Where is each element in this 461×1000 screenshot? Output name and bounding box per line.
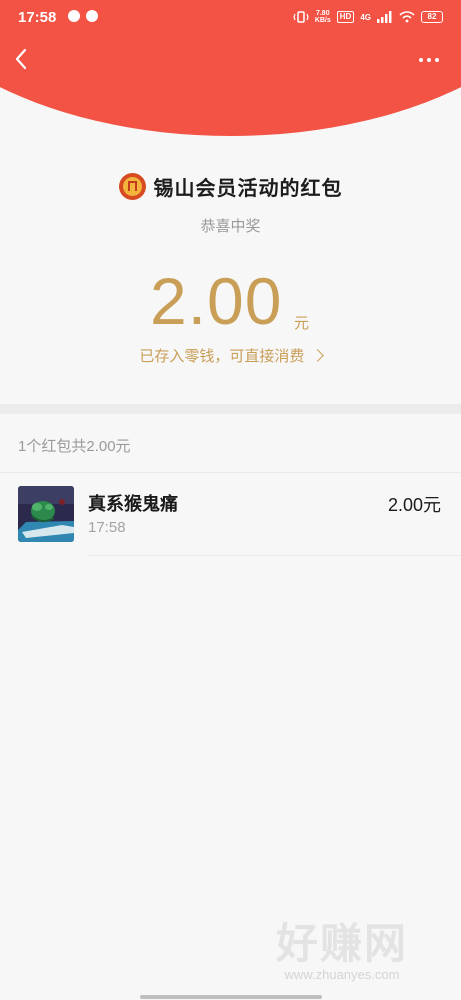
message-icon bbox=[68, 10, 80, 22]
status-right: 7.80 KB/s HD 4G 82 bbox=[293, 10, 443, 24]
status-bar: 17:58 7.80 KB/s HD 4G 82 bbox=[0, 0, 461, 36]
vibrate-icon bbox=[293, 11, 309, 23]
more-button[interactable] bbox=[417, 52, 441, 68]
avatar bbox=[18, 486, 74, 542]
home-indicator[interactable] bbox=[140, 995, 322, 999]
signal-label: 4G bbox=[360, 12, 371, 22]
org-name: 锡山会员活动的红包 bbox=[153, 178, 343, 200]
amount-value: 2.00 bbox=[150, 264, 283, 338]
packet-summary: 1个红包共2.00元 bbox=[18, 438, 131, 455]
back-button[interactable] bbox=[10, 45, 34, 73]
watermark: 好赚网 www.zhuanyes.com bbox=[247, 920, 437, 990]
notification-icon bbox=[86, 10, 98, 22]
recipient-time: 17:58 bbox=[88, 519, 126, 536]
recipient-row[interactable]: 真系猴鬼痛 17:58 2.00元 bbox=[0, 473, 461, 556]
section-separator bbox=[0, 404, 461, 414]
watermark-sub: www.zhuanyes.com bbox=[284, 967, 400, 982]
watermark-main: 好赚网 bbox=[275, 920, 408, 967]
amount-unit: 元 bbox=[294, 315, 310, 332]
union-logo-icon bbox=[118, 173, 146, 200]
chevron-right-icon bbox=[310, 349, 324, 362]
avatar-image bbox=[18, 486, 74, 542]
recipient-name: 真系猴鬼痛 bbox=[88, 494, 178, 514]
more-dots-icon bbox=[417, 52, 441, 68]
wallet-link-text: 已存入零钱，可直接消费 bbox=[139, 348, 305, 365]
recipient-amount: 2.00元 bbox=[387, 495, 441, 515]
hd-badge: HD bbox=[336, 11, 355, 23]
amount-display: 2.00 元 bbox=[0, 268, 461, 338]
status-time: 17:58 bbox=[18, 9, 57, 26]
org-title-row: 锡山会员活动的红包 bbox=[0, 172, 461, 201]
battery-icon: 82 bbox=[421, 11, 443, 23]
row-divider bbox=[88, 555, 461, 556]
wallet-link[interactable]: 已存入零钱，可直接消费 bbox=[0, 345, 461, 366]
chevron-left-icon bbox=[15, 48, 27, 70]
prize-subtitle: 恭喜中奖 bbox=[200, 218, 261, 235]
network-speed: 7.80 KB/s bbox=[314, 10, 331, 24]
status-left-icons bbox=[68, 10, 98, 22]
wifi-icon bbox=[399, 11, 415, 23]
signal-bars-icon bbox=[377, 11, 392, 23]
